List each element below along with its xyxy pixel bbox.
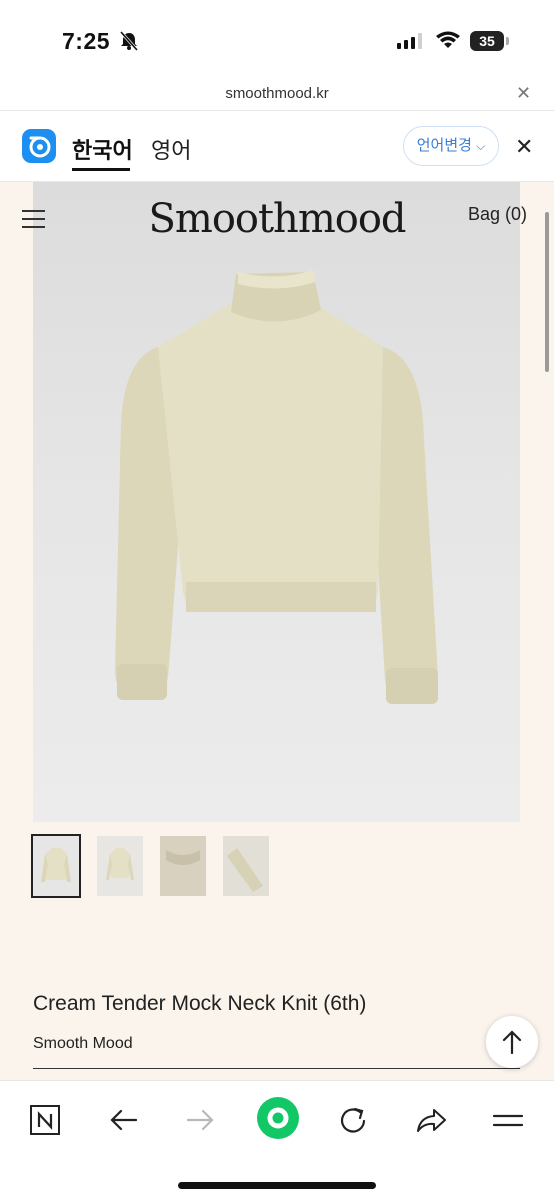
- green-home-icon[interactable]: [256, 1096, 300, 1140]
- active-tab-underline: [72, 168, 130, 171]
- product-image[interactable]: [33, 182, 520, 822]
- battery-tip: [506, 37, 509, 45]
- thumbnail-3[interactable]: [160, 836, 206, 896]
- thumbnail-1[interactable]: [31, 834, 81, 898]
- bag-link[interactable]: Bag (0): [468, 204, 527, 225]
- reload-icon[interactable]: [336, 1103, 376, 1139]
- tab-korean[interactable]: 한국어: [72, 133, 133, 165]
- home-indicator: [178, 1182, 376, 1189]
- translate-bar: 한국어 영어 언어변경 ⌵ ✕: [0, 111, 554, 182]
- forward-arrow-icon[interactable]: [184, 1103, 224, 1139]
- thumbnail-2[interactable]: [97, 836, 143, 896]
- divider: [33, 1068, 520, 1069]
- cellular-signal-icon: [397, 33, 422, 49]
- share-icon[interactable]: [414, 1103, 454, 1139]
- clock: 7:25: [62, 28, 111, 54]
- close-icon[interactable]: ✕: [516, 83, 531, 104]
- sweater-illustration: [33, 182, 520, 822]
- page-content: Smoothmood Bag (0) Cream Tender Mock Nec…: [0, 182, 554, 1082]
- chevron-down-icon: ⌵: [476, 139, 486, 153]
- arrow-up-icon: [502, 1030, 522, 1055]
- tab-english[interactable]: 영어: [151, 133, 191, 165]
- url-text[interactable]: smoothmood.kr: [0, 85, 554, 102]
- papago-logo-icon[interactable]: [22, 129, 56, 163]
- change-language-label: 언어변경: [416, 137, 472, 154]
- close-translate-icon[interactable]: ✕: [515, 134, 533, 160]
- silent-bell-icon: [119, 31, 139, 51]
- address-bar[interactable]: smoothmood.kr ✕: [0, 80, 554, 111]
- scroll-to-top-button[interactable]: [486, 1016, 538, 1068]
- naver-n-icon[interactable]: [28, 1103, 68, 1139]
- product-brand[interactable]: Smooth Mood: [33, 1035, 133, 1053]
- product-name: Cream Tender Mock Neck Knit (6th): [33, 992, 367, 1015]
- menu-icon[interactable]: [490, 1103, 530, 1139]
- status-bar: 7:25 35: [0, 0, 554, 80]
- change-language-button[interactable]: 언어변경 ⌵: [403, 126, 499, 166]
- back-arrow-icon[interactable]: [106, 1103, 146, 1139]
- battery-indicator: 35: [470, 31, 504, 51]
- wifi-icon: [436, 31, 460, 48]
- thumbnail-4[interactable]: [223, 836, 269, 896]
